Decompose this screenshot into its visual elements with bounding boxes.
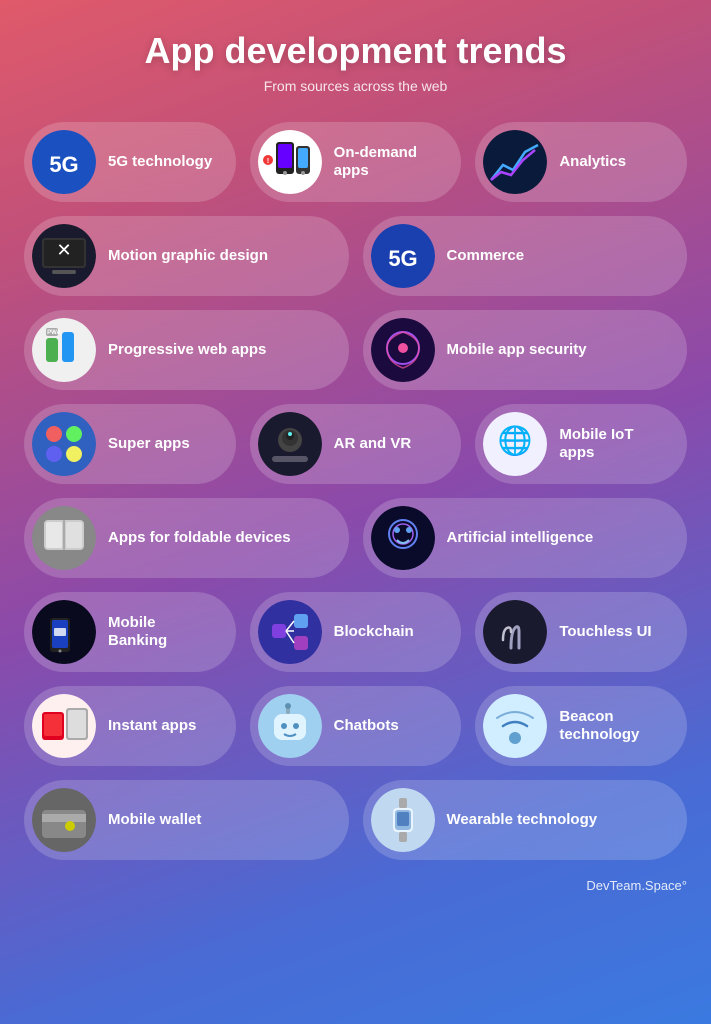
icon-wearable	[371, 788, 435, 852]
label-blockchain: Blockchain	[334, 623, 414, 641]
icon-5g: 5G	[32, 130, 96, 194]
label-commerce: Commerce	[447, 247, 525, 265]
label-instant: Instant apps	[108, 717, 196, 735]
card-chatbot[interactable]: Chatbots	[250, 686, 462, 766]
icon-touchless	[483, 600, 547, 664]
label-wearable: Wearable technology	[447, 811, 598, 829]
card-wearable[interactable]: Wearable technology	[363, 780, 688, 860]
svg-text:!: !	[267, 158, 269, 165]
svg-text:✕: ✕	[56, 240, 71, 260]
trend-row: Mobile Banking Blockchain Touchless UI	[24, 592, 687, 672]
icon-banking	[32, 600, 96, 664]
trend-row: PWA Progressive web apps Mobile app securi…	[24, 310, 687, 390]
icon-commerce: 5G	[371, 224, 435, 288]
icon-instant	[32, 694, 96, 758]
icon-ai	[371, 506, 435, 570]
card-ondemand[interactable]: ! On-demand apps	[250, 122, 462, 202]
icon-analytics	[483, 130, 547, 194]
icon-motion: ✕	[32, 224, 96, 288]
label-touchless: Touchless UI	[559, 623, 651, 641]
card-motion[interactable]: ✕ Motion graphic design	[24, 216, 349, 296]
icon-chatbot	[258, 694, 322, 758]
icon-pwa: PWA	[32, 318, 96, 382]
card-beacon[interactable]: Beacon technology	[475, 686, 687, 766]
svg-text:🌐: 🌐	[498, 424, 533, 457]
label-beacon: Beacon technology	[559, 708, 669, 744]
label-motion: Motion graphic design	[108, 247, 268, 265]
label-pwa: Progressive web apps	[108, 341, 266, 359]
brand-label: DevTeam.Space°	[586, 878, 687, 893]
page-title: App development trends	[144, 30, 566, 72]
label-wallet: Mobile wallet	[108, 811, 201, 829]
card-ar[interactable]: AR and VR	[250, 404, 462, 484]
card-ai[interactable]: Artificial intelligence	[363, 498, 688, 578]
icon-beacon	[483, 694, 547, 758]
card-mobile-security[interactable]: Mobile app security	[363, 310, 688, 390]
label-foldable: Apps for foldable devices	[108, 529, 291, 547]
icon-mobile-security	[371, 318, 435, 382]
svg-text:5G: 5G	[388, 246, 417, 271]
trend-row: Instant apps Chatbots Beacon technology	[24, 686, 687, 766]
label-iot: Mobile IoT apps	[559, 426, 669, 462]
icon-wallet	[32, 788, 96, 852]
card-banking[interactable]: Mobile Banking	[24, 592, 236, 672]
card-touchless[interactable]: Touchless UI	[475, 592, 687, 672]
label-ondemand: On-demand apps	[334, 144, 444, 180]
label-super: Super apps	[108, 435, 190, 453]
svg-text:5G: 5G	[49, 152, 78, 177]
label-banking: Mobile Banking	[108, 614, 218, 650]
card-5g[interactable]: 5G 5G technology	[24, 122, 236, 202]
card-foldable[interactable]: Apps for foldable devices	[24, 498, 349, 578]
icon-ondemand: !	[258, 130, 322, 194]
svg-text:PWA: PWA	[47, 330, 61, 336]
card-commerce[interactable]: 5G Commerce	[363, 216, 688, 296]
icon-ar	[258, 412, 322, 476]
trend-row: ✕ Motion graphic design 5G Commerce	[24, 216, 687, 296]
icon-super	[32, 412, 96, 476]
card-analytics[interactable]: Analytics	[475, 122, 687, 202]
label-chatbot: Chatbots	[334, 717, 399, 735]
trend-row: 5G 5G technology! On-demand apps Analytics	[24, 122, 687, 202]
card-instant[interactable]: Instant apps	[24, 686, 236, 766]
label-ai: Artificial intelligence	[447, 529, 594, 547]
label-mobile-security: Mobile app security	[447, 341, 587, 359]
label-ar: AR and VR	[334, 435, 412, 453]
card-iot[interactable]: 🌐 Mobile IoT apps	[475, 404, 687, 484]
page-subtitle: From sources across the web	[264, 78, 448, 94]
trend-row: Super apps AR and VR 🌐 Mobile IoT apps	[24, 404, 687, 484]
trends-grid: 5G 5G technology! On-demand apps Analytics ✕…	[24, 122, 687, 860]
card-super[interactable]: Super apps	[24, 404, 236, 484]
trend-row: Apps for foldable devices Artificial inte…	[24, 498, 687, 578]
icon-blockchain	[258, 600, 322, 664]
icon-iot: 🌐	[483, 412, 547, 476]
icon-foldable	[32, 506, 96, 570]
card-blockchain[interactable]: Blockchain	[250, 592, 462, 672]
label-analytics: Analytics	[559, 153, 626, 171]
label-5g: 5G technology	[108, 153, 212, 171]
card-wallet[interactable]: Mobile wallet	[24, 780, 349, 860]
trend-row: Mobile wallet Wearable technology	[24, 780, 687, 860]
card-pwa[interactable]: PWA Progressive web apps	[24, 310, 349, 390]
